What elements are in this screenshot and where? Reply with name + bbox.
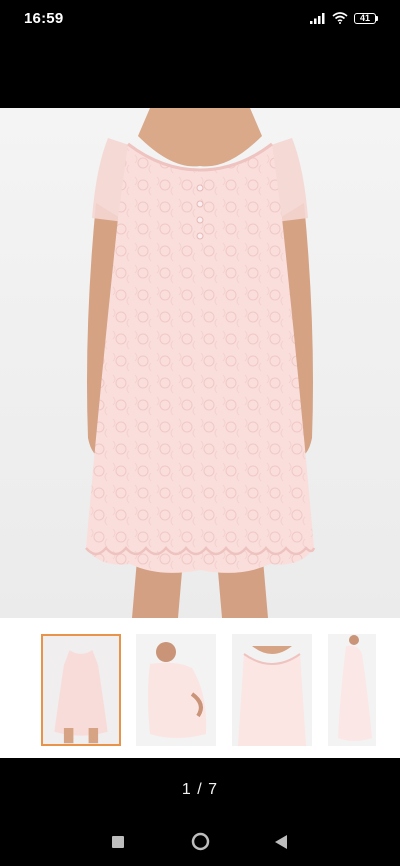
home-circle-icon[interactable]	[191, 832, 210, 851]
page-indicator: 1 / 7	[181, 781, 219, 798]
thumbnail-strip	[0, 618, 400, 758]
battery-icon: 41	[354, 12, 378, 24]
thumbnail-2[interactable]	[136, 634, 216, 746]
thumbnail-1[interactable]	[41, 634, 121, 746]
status-time: 16:59	[24, 9, 64, 27]
status-icons: 41	[310, 12, 378, 24]
status-bar: 16:59 41	[0, 0, 400, 36]
battery-level: 41	[359, 12, 370, 23]
thumbnail-3[interactable]	[232, 634, 312, 746]
back-triangle-icon[interactable]	[275, 835, 287, 849]
main-product-image[interactable]	[0, 108, 400, 618]
wifi-icon	[332, 12, 348, 24]
navigation-bar	[0, 822, 400, 862]
dress-front-photo	[85, 108, 316, 618]
recents-square-icon[interactable]	[112, 836, 124, 848]
thumbnail-4[interactable]	[328, 634, 376, 746]
signal-icon	[310, 13, 325, 24]
